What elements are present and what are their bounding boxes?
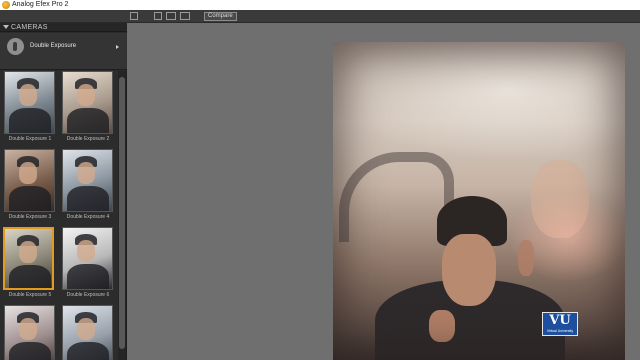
preset-label-2: Double Exposure 2: [66, 136, 110, 142]
preset-label-5: Double Exposure 5: [8, 292, 52, 298]
preset-thumbnail-3[interactable]: [4, 149, 55, 212]
camera-type-label: Double Exposure: [30, 43, 77, 49]
preset-label-6: Double Exposure 6: [66, 292, 110, 298]
preset-thumbnails: Double Exposure 1 Double Exposure 2 Doub…: [0, 71, 118, 360]
preset-thumbnail-7[interactable]: [4, 305, 55, 360]
thumbnail-scrollbar[interactable]: [118, 71, 126, 360]
expand-arrow-icon[interactable]: [116, 45, 119, 49]
logo-mark: VU: [549, 313, 571, 328]
presets-sidebar: CAMERAS Double Exposure Double Exposure …: [0, 23, 127, 360]
camera-icon: [7, 38, 24, 55]
preset-thumbnail-1[interactable]: [4, 71, 55, 134]
scrollbar-handle[interactable]: [119, 77, 125, 349]
preset-label-4: Double Exposure 4: [66, 214, 110, 220]
preset-thumbnail-2[interactable]: [62, 71, 113, 134]
app-icon: [2, 1, 10, 9]
camera-type-selector[interactable]: Double Exposure: [0, 33, 127, 70]
toggle-panel-icon[interactable]: [130, 12, 138, 20]
vu-logo: VU Virtual University: [542, 312, 578, 336]
toolbar: Compare: [0, 10, 640, 23]
side-by-side-view-icon[interactable]: [180, 12, 190, 20]
title-bar: Analog Efex Pro 2: [0, 0, 640, 10]
preview-image: [333, 42, 625, 360]
preset-thumbnail-4[interactable]: [62, 149, 113, 212]
preset-thumbnail-8[interactable]: [62, 305, 113, 360]
single-view-icon[interactable]: [154, 12, 162, 20]
cameras-section-header[interactable]: CAMERAS: [0, 23, 127, 32]
logo-subtitle: Virtual University: [546, 329, 574, 333]
cameras-header-label: CAMERAS: [11, 24, 48, 31]
preset-label-1: Double Exposure 1: [8, 136, 52, 142]
preset-thumbnail-5[interactable]: [3, 227, 54, 290]
preset-thumbnail-6[interactable]: [62, 227, 113, 290]
window-title: Analog Efex Pro 2: [12, 1, 69, 8]
preset-label-3: Double Exposure 3: [8, 214, 52, 220]
compare-button[interactable]: Compare: [204, 12, 237, 21]
collapse-triangle-icon[interactable]: [3, 25, 9, 29]
split-view-icon[interactable]: [166, 12, 176, 20]
